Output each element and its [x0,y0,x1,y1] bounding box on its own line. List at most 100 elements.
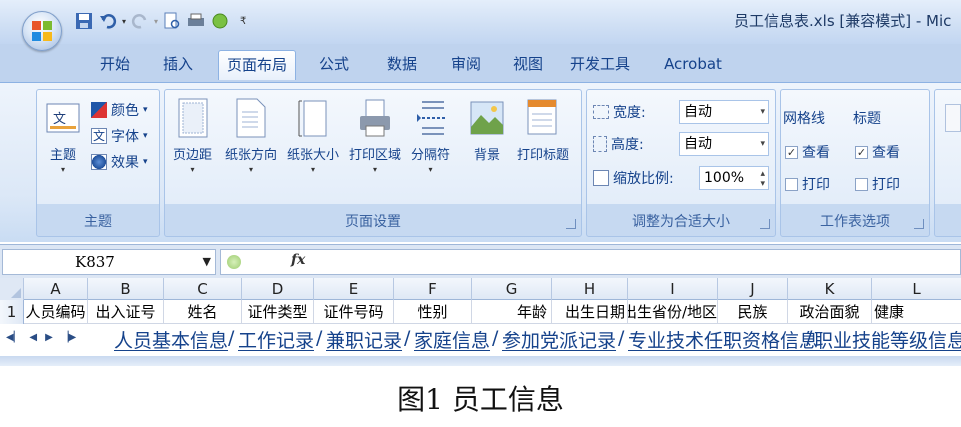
themes-button[interactable]: 文 主题 ▾ [45,96,81,174]
cell[interactable]: 证件类型 [242,300,314,324]
next-sheet-icon[interactable]: ▶ [45,332,53,343]
tab-page-layout[interactable]: 页面布局 [218,50,296,80]
tab-insert[interactable]: 插入 [152,50,204,80]
sheet-tab-party[interactable]: 参加党派记录 [502,326,616,353]
tab-view[interactable]: 视图 [502,50,554,80]
formula-input[interactable]: fx [220,249,961,275]
height-label-row: 高度: [593,134,644,154]
size-button[interactable]: 纸张大小 ▾ [287,96,339,174]
status-bar [0,356,961,366]
scale-spinner[interactable]: 100% ▴ ▾ [699,166,769,190]
office-button[interactable] [22,11,62,51]
sheet-tab-professional-qualification[interactable]: 专业技术任职资格信息 [628,326,818,353]
column-header[interactable]: K [788,278,872,300]
column-header[interactable]: G [472,278,552,300]
headings-view-checkbox[interactable]: ✓ 查看 [855,142,900,162]
breaks-button[interactable]: 分隔符 ▾ [411,96,450,174]
print-titles-button[interactable]: 打印标题 [517,96,569,163]
tab-review[interactable]: 审阅 [440,50,492,80]
redo-dropdown-icon[interactable]: ▾ [154,17,158,26]
sheet-tab-skill-level[interactable]: 职业技能等级信息 [814,326,961,353]
sheet-tab-part-time[interactable]: 兼职记录 [326,326,402,353]
arrange-group-partial [934,89,961,237]
sheet-options-launcher-icon[interactable] [914,219,924,229]
window-title: 员工信息表.xls [兼容模式] - Mic [734,12,952,30]
print-preview-icon[interactable] [162,11,182,31]
scale-group-label: 调整为合适大小 [632,214,730,230]
cell[interactable]: 出生省份/地区 [628,300,718,324]
cell[interactable]: 年龄 [472,300,552,324]
cell[interactable]: 出入证号 [88,300,164,324]
office-logo-icon [32,21,52,41]
cell[interactable]: 人员编码 [24,300,88,324]
print-titles-icon [525,96,561,140]
sheet-options-group: 网格线 标题 ✓ 查看 ✓ 查看 打印 打印 工作表选项 [780,89,930,237]
undo-dropdown-icon[interactable]: ▾ [122,17,126,26]
cell[interactable]: 民族 [718,300,788,324]
cell[interactable]: 性别 [394,300,472,324]
row-header[interactable]: 1 [0,300,24,324]
gridlines-print-checkbox[interactable]: 打印 [785,174,830,194]
cell[interactable]: 出生日期 [552,300,628,324]
quick-print-icon[interactable] [186,11,206,31]
title-bar: ▾ ▾ ₹ 员工信息表.xls [兼容模式] - Mic [0,0,961,51]
sheet-tab-basic-info[interactable]: 人员基本信息 [114,326,228,353]
undo-icon[interactable] [98,11,118,31]
theme-effects-button[interactable]: 效果 ▾ [91,152,148,172]
scale-launcher-icon[interactable] [760,219,770,229]
height-combo[interactable]: 自动 ▾ [679,132,769,156]
column-header[interactable]: C [164,278,242,300]
column-header[interactable]: B [88,278,164,300]
sheet-options-group-label: 工作表选项 [820,214,890,230]
cell[interactable]: 健康 [872,300,961,324]
sheet-tab-work-record[interactable]: 工作记录 [238,326,314,353]
quick-access-toolbar: ▾ ▾ ₹ [74,8,246,34]
width-combo[interactable]: 自动 ▾ [679,100,769,124]
tab-home[interactable]: 开始 [84,50,146,80]
cell[interactable]: 证件号码 [314,300,394,324]
column-header[interactable]: J [718,278,788,300]
scale-label-row: 缩放比例: [593,168,674,188]
select-all-button[interactable] [0,278,24,300]
macro-icon[interactable] [210,11,230,31]
scale-icon [593,170,609,186]
margins-button[interactable]: 页边距 ▾ [173,96,212,174]
column-header[interactable]: A [24,278,88,300]
column-header[interactable]: D [242,278,314,300]
customize-qat-icon[interactable]: ₹ [240,16,246,27]
redo-icon[interactable] [130,11,150,31]
bring-forward-icon[interactable] [945,104,961,132]
theme-colors-button[interactable]: 颜色 ▾ [91,100,148,120]
tab-data[interactable]: 数据 [374,50,430,80]
page-setup-launcher-icon[interactable] [566,219,576,229]
figure-caption: 图1 员工信息 [397,383,564,416]
sheet-tab-family[interactable]: 家庭信息 [414,326,490,353]
orientation-button[interactable]: 纸张方向 ▾ [225,96,277,174]
last-sheet-icon[interactable]: ▕▶ [61,332,76,343]
ribbon-tabs: 开始 插入 页面布局 公式 数据 审阅 视图 开发工具 Acrobat [0,44,961,82]
name-box[interactable]: K837 ▼ [2,249,216,275]
name-box-dropdown-icon[interactable]: ▼ [203,250,211,274]
prev-sheet-icon[interactable]: ◀ [29,332,37,343]
print-area-button[interactable]: 打印区域 ▾ [349,96,401,174]
insert-function-icon[interactable]: fx [291,252,305,268]
tab-acrobat[interactable]: Acrobat [650,50,736,80]
tab-formulas[interactable]: 公式 [306,50,362,80]
tab-developer[interactable]: 开发工具 [562,50,638,80]
column-header[interactable]: H [552,278,628,300]
cell[interactable]: 政治面貌 [788,300,872,324]
headings-print-checkbox[interactable]: 打印 [855,174,900,194]
themes-group: 文 主题 ▾ 颜色 ▾ 文 字体 ▾ 效果 ▾ 主题 [36,89,160,237]
column-header[interactable]: F [394,278,472,300]
column-header[interactable]: E [314,278,394,300]
cell[interactable]: 姓名 [164,300,242,324]
formula-bar-expand-icon[interactable] [227,255,241,269]
column-header[interactable]: L [872,278,961,300]
font-icon: 文 [91,128,107,144]
gridlines-view-checkbox[interactable]: ✓ 查看 [785,142,830,162]
background-button[interactable]: 背景 [469,96,505,163]
save-icon[interactable] [74,11,94,31]
theme-fonts-button[interactable]: 文 字体 ▾ [91,126,148,146]
column-header[interactable]: I [628,278,718,300]
first-sheet-icon[interactable]: ◀▏ [6,332,21,343]
